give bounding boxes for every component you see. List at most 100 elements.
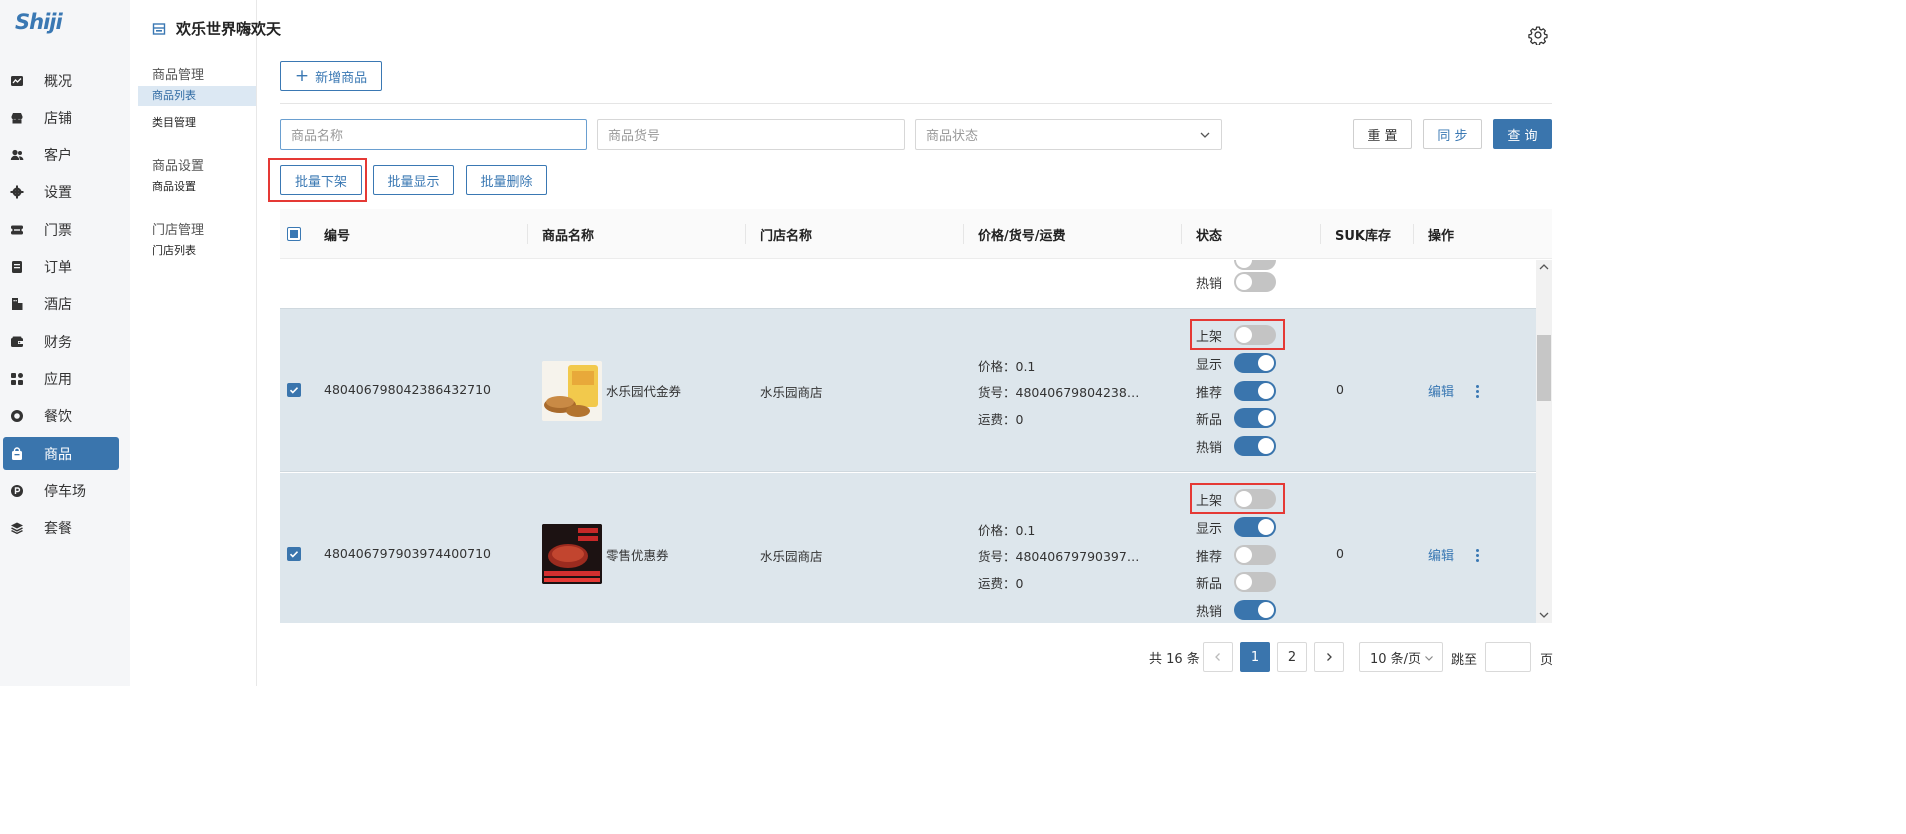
nav-item-order[interactable]: 订单 <box>3 250 119 283</box>
subnav-item-store-list[interactable]: 门店列表 <box>138 241 256 261</box>
product-id: 480406798042386432710 <box>324 382 492 397</box>
product-thumbnail[interactable] <box>542 524 602 584</box>
check-icon <box>289 387 299 394</box>
column-header-stock[interactable]: SUK库存 <box>1335 209 1391 259</box>
status-label: 推荐 <box>1196 550 1223 565</box>
total-count: 共 16 条 <box>1149 652 1200 667</box>
subnav-item-category[interactable]: 类目管理 <box>138 113 256 133</box>
nav-item-chart[interactable]: 概况 <box>3 64 119 97</box>
status-label: 热销 <box>1196 441 1223 456</box>
table-row[interactable]: 480406797903974400710 零售优惠券 水乐园商店 价格：0.1… <box>280 473 1536 623</box>
parking-icon <box>10 484 24 498</box>
nav-item-wallet[interactable]: 财务 <box>3 325 119 358</box>
recommend-toggle[interactable] <box>1234 381 1276 401</box>
gear-icon[interactable] <box>1528 25 1548 45</box>
status-label: 上架 <box>1196 330 1223 345</box>
column-header-status[interactable]: 状态 <box>1196 209 1222 259</box>
product-code-input[interactable]: 商品货号 <box>597 119 905 150</box>
chart-icon <box>10 74 24 88</box>
subnav-item-product-settings[interactable]: 商品设置 <box>138 177 256 197</box>
column-header-price[interactable]: 价格/货号/运费 <box>978 209 1066 259</box>
column-separator <box>1413 224 1414 244</box>
table-body: 热销 480406798042386432710 水乐园代金券 水乐园商店 价格… <box>280 260 1536 623</box>
table-scrollbar[interactable] <box>1536 260 1552 623</box>
next-page-button[interactable] <box>1314 642 1344 672</box>
nav-item-apps[interactable]: 应用 <box>3 362 119 395</box>
nav-item-bag[interactable]: 商品 <box>3 437 119 470</box>
nav-item-label: 酒店 <box>44 296 72 313</box>
nav-item-users[interactable]: 客户 <box>3 138 119 171</box>
dining-icon <box>10 409 24 423</box>
product-status-select[interactable]: 商品状态 <box>915 119 1222 150</box>
row-checkbox[interactable] <box>287 383 301 397</box>
nav-item-hotel[interactable]: 酒店 <box>3 287 119 320</box>
plus-icon: + <box>294 65 310 86</box>
product-thumbnail[interactable] <box>542 361 602 421</box>
column-header-id[interactable]: 编号 <box>324 209 350 259</box>
hot-toggle[interactable] <box>1234 600 1276 620</box>
prev-page-button[interactable] <box>1203 642 1233 672</box>
column-separator <box>1181 224 1182 244</box>
edit-link[interactable]: 编辑 <box>1428 545 1454 564</box>
nav-item-dining[interactable]: 餐饮 <box>3 399 119 432</box>
nav-item-layers[interactable]: 套餐 <box>3 511 119 544</box>
page-size-select[interactable]: 10 条/页 <box>1359 642 1443 672</box>
status-label: 显示 <box>1196 522 1223 537</box>
subnav-group-title: 商品管理 <box>152 68 205 83</box>
scroll-down-icon[interactable] <box>1539 611 1549 619</box>
display-toggle[interactable] <box>1234 517 1276 537</box>
product-name-input[interactable]: 商品名称 <box>280 119 587 150</box>
more-icon[interactable] <box>1476 549 1480 564</box>
table-row[interactable]: 480406798042386432710 水乐园代金券 水乐园商店 价格：0.… <box>280 309 1536 472</box>
scroll-up-icon[interactable] <box>1539 263 1549 271</box>
chevron-down-icon <box>1425 656 1433 661</box>
new-toggle[interactable] <box>1234 408 1276 428</box>
status-toggle[interactable] <box>1234 260 1276 270</box>
sync-button[interactable]: 同 步 <box>1423 119 1482 149</box>
column-header-store[interactable]: 门店名称 <box>760 209 812 259</box>
shiji-logo[interactable]: Shiji <box>15 10 63 34</box>
nav-item-ticket[interactable]: 门票 <box>3 213 119 246</box>
display-toggle[interactable] <box>1234 353 1276 373</box>
recommend-toggle[interactable] <box>1234 545 1276 565</box>
column-header-actions[interactable]: 操作 <box>1428 209 1454 259</box>
jump-label: 跳至 <box>1451 653 1478 668</box>
nav-item-label: 应用 <box>44 371 72 388</box>
batch-show-button[interactable]: 批量显示 <box>373 165 454 195</box>
page-button-1[interactable]: 1 <box>1240 642 1270 672</box>
nav-item-store[interactable]: 店铺 <box>3 101 119 134</box>
new-toggle[interactable] <box>1234 572 1276 592</box>
query-button[interactable]: 查 询 <box>1493 119 1552 149</box>
status-label: 上架 <box>1196 494 1223 509</box>
jump-page-input[interactable] <box>1485 642 1531 672</box>
nav-item-label: 店铺 <box>44 110 72 127</box>
more-icon[interactable] <box>1476 385 1480 400</box>
scroll-thumb[interactable] <box>1537 335 1551 401</box>
nav-item-parking[interactable]: 停车场 <box>3 474 119 507</box>
hot-toggle[interactable] <box>1234 436 1276 456</box>
sub-sidebar: 商品管理 商品列表 类目管理 商品设置 商品设置 门店管理 门店列表 <box>130 0 257 686</box>
page-button-2[interactable]: 2 <box>1277 642 1307 672</box>
nav-item-gear[interactable]: 设置 <box>3 175 119 208</box>
store-icon <box>152 22 166 35</box>
status-label: 推荐 <box>1196 386 1223 401</box>
row-checkbox[interactable] <box>287 547 301 561</box>
food-image <box>542 361 602 421</box>
bag-icon <box>10 446 24 461</box>
batch-offshelf-button[interactable]: 批量下架 <box>280 165 362 195</box>
status-toggle[interactable] <box>1234 272 1276 292</box>
select-all-checkbox[interactable] <box>287 227 301 241</box>
edit-link[interactable]: 编辑 <box>1428 381 1454 400</box>
column-header-name[interactable]: 商品名称 <box>542 209 594 259</box>
add-product-button[interactable]: + 新增商品 <box>280 61 382 91</box>
subnav-item-product-list[interactable]: 商品列表 <box>138 86 256 106</box>
check-icon <box>289 551 299 558</box>
code-text: 货号：48040679790397… <box>978 549 1140 564</box>
onshelf-toggle[interactable] <box>1234 325 1276 345</box>
gear-icon <box>10 185 24 199</box>
batch-delete-button[interactable]: 批量删除 <box>466 165 547 195</box>
onshelf-toggle[interactable] <box>1234 489 1276 509</box>
hotel-icon <box>10 297 24 311</box>
reset-button[interactable]: 重 置 <box>1353 119 1412 149</box>
chevron-left-icon <box>1215 653 1220 661</box>
